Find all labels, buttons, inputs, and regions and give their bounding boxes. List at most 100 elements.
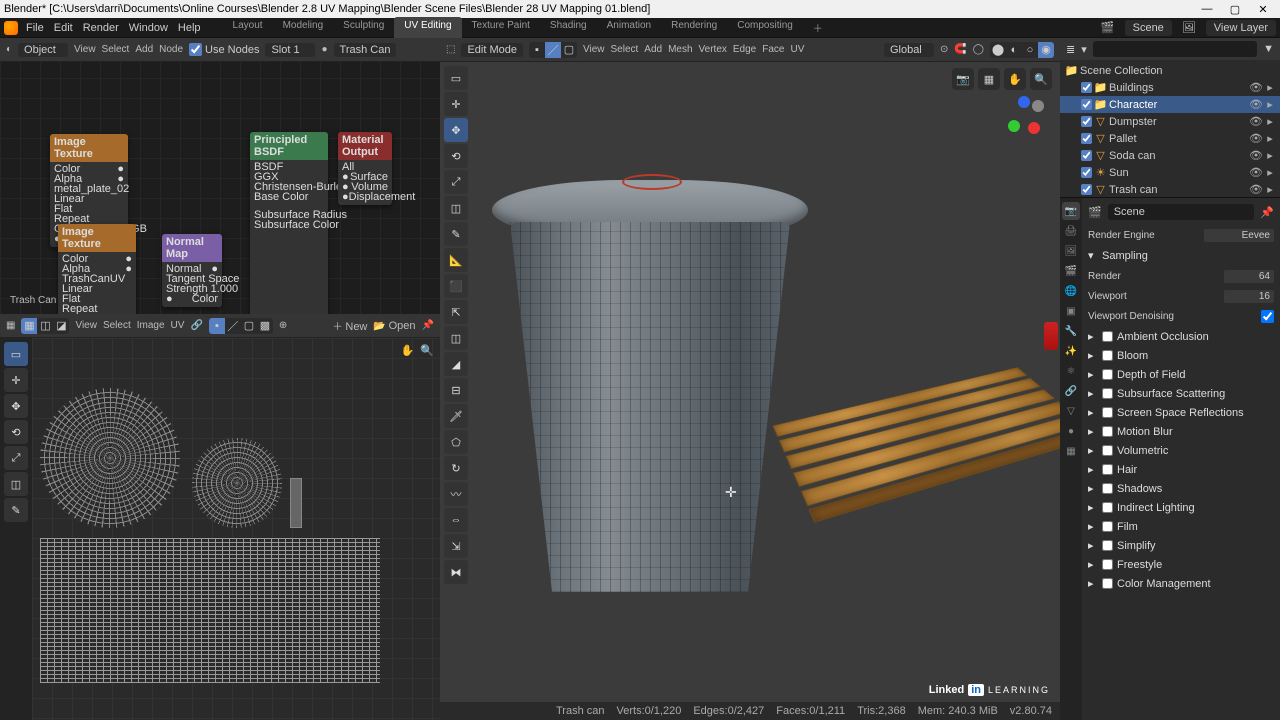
ptab-viewlayer[interactable]: 🖼: [1062, 242, 1080, 260]
tab-layout[interactable]: Layout: [223, 17, 273, 38]
outliner-item-trash-can[interactable]: ▽Trash can👁▸: [1060, 181, 1280, 198]
vp-menu-face[interactable]: Face: [762, 44, 784, 55]
tool-select-box[interactable]: ▭: [4, 342, 28, 366]
tool-rotate[interactable]: ⟲: [4, 420, 28, 444]
zoom-icon[interactable]: 🔍: [420, 344, 434, 357]
tool-edge-slide[interactable]: ⇔: [444, 508, 468, 532]
tool-scale[interactable]: ⤢: [444, 170, 468, 194]
tool-move[interactable]: ✥: [444, 118, 468, 142]
ptab-material[interactable]: ●: [1062, 422, 1080, 440]
uv-island-body[interactable]: [40, 538, 380, 683]
outliner-item-sun[interactable]: ☀Sun👁▸: [1060, 164, 1280, 181]
editor-type-icon[interactable]: ⬚: [446, 44, 455, 55]
tool-cursor[interactable]: ✛: [444, 92, 468, 116]
panel-color-management[interactable]: ▸Color Management: [1088, 574, 1274, 593]
panel-shadows[interactable]: ▸Shadows: [1088, 479, 1274, 498]
tab-animation[interactable]: Animation: [597, 17, 661, 38]
tab-compositing[interactable]: Compositing: [727, 17, 803, 38]
ptab-mesh[interactable]: ▽: [1062, 402, 1080, 420]
menu-help[interactable]: Help: [178, 22, 201, 34]
orientation-dropdown[interactable]: Global: [884, 43, 934, 57]
uv-select-mode[interactable]: ▪／▢▩: [209, 318, 273, 334]
tool-knife[interactable]: 🗡: [444, 404, 468, 428]
ptab-output[interactable]: 🖨: [1062, 222, 1080, 240]
menu-window[interactable]: Window: [129, 22, 168, 34]
viewport-samples-field[interactable]: 16: [1224, 290, 1274, 303]
proportional-edit[interactable]: ◯: [973, 44, 984, 55]
node-menu-add[interactable]: Add: [135, 44, 153, 55]
mesh-select-mode[interactable]: ▪／▢: [529, 42, 577, 58]
tool-inset[interactable]: ◫: [444, 326, 468, 350]
render-engine-dropdown[interactable]: Eevee: [1204, 229, 1274, 242]
tool-rip[interactable]: ⧓: [444, 560, 468, 584]
pin-icon[interactable]: 📌: [1260, 206, 1274, 219]
snap-toggle[interactable]: 🧲: [954, 44, 966, 55]
panel-subsurface-scattering[interactable]: ▸Subsurface Scattering: [1088, 384, 1274, 403]
sync-icon[interactable]: 🔗: [190, 320, 202, 331]
ptab-texture[interactable]: ▦: [1062, 442, 1080, 460]
slot-dropdown[interactable]: Slot 1: [265, 43, 315, 57]
window-maximize-button[interactable]: ▢: [1222, 3, 1248, 16]
vp-menu-select[interactable]: Select: [610, 44, 638, 55]
tool-scale[interactable]: ⤢: [4, 446, 28, 470]
outliner-item-dumpster[interactable]: ▽Dumpster👁▸: [1060, 113, 1280, 130]
material-name-field[interactable]: Trash Can: [334, 43, 397, 57]
outliner-search-input[interactable]: [1093, 41, 1257, 57]
window-close-button[interactable]: ✕: [1250, 3, 1276, 16]
gizmo-camera-icon[interactable]: 📷: [952, 68, 974, 90]
node-menu-view[interactable]: View: [74, 44, 96, 55]
ptab-modifiers[interactable]: 🔧: [1062, 322, 1080, 340]
viewport-denoise-checkbox[interactable]: [1261, 310, 1274, 323]
pivot-dropdown[interactable]: ⊙: [940, 44, 948, 55]
gizmo-pan-icon[interactable]: ✋: [1004, 68, 1026, 90]
uv-mode-segments[interactable]: ▦◫◪: [21, 318, 69, 334]
ptab-world[interactable]: 🌐: [1062, 282, 1080, 300]
editor-type-icon[interactable]: ▦: [6, 320, 15, 331]
outliner-item-soda-can[interactable]: ▽Soda can👁▸: [1060, 147, 1280, 164]
tool-annotate[interactable]: ✎: [4, 498, 28, 522]
pan-icon[interactable]: ✋: [401, 344, 415, 357]
outliner-item-character[interactable]: 📁Character👁▸: [1060, 96, 1280, 113]
panel-volumetric[interactable]: ▸Volumetric: [1088, 441, 1274, 460]
tool-transform[interactable]: ◫: [444, 196, 468, 220]
ptab-physics[interactable]: ⚛: [1062, 362, 1080, 380]
outliner-item-buildings[interactable]: 📁Buildings👁▸: [1060, 79, 1280, 96]
outliner-item-pallet[interactable]: ▽Pallet👁▸: [1060, 130, 1280, 147]
panel-ambient-occlusion[interactable]: ▸Ambient Occlusion: [1088, 327, 1274, 346]
panel-screen-space-reflections[interactable]: ▸Screen Space Reflections: [1088, 403, 1274, 422]
node-principled-bsdf[interactable]: Principled BSDF BSDFGGXChristensen-Burle…: [250, 132, 328, 314]
uv-island-handle[interactable]: [290, 478, 302, 528]
vp-menu-vertex[interactable]: Vertex: [699, 44, 727, 55]
mode-dropdown[interactable]: Edit Mode: [461, 43, 523, 57]
viewport-scene[interactable]: ✛: [440, 62, 1060, 720]
vp-menu-add[interactable]: Add: [644, 44, 662, 55]
tab-texture-paint[interactable]: Texture Paint: [462, 17, 540, 38]
tool-bevel[interactable]: ◢: [444, 352, 468, 376]
pivot-icon[interactable]: ⊕: [279, 320, 287, 331]
shading-mode[interactable]: ⬤◐○◉: [990, 42, 1054, 58]
tool-cursor[interactable]: ✛: [4, 368, 28, 392]
new-image-button[interactable]: ＋ New: [333, 318, 368, 333]
tab-modeling[interactable]: Modeling: [273, 17, 334, 38]
vp-menu-edge[interactable]: Edge: [733, 44, 756, 55]
shader-node-editor[interactable]: ◐ Object View Select Add Node Use Nodes …: [0, 38, 440, 314]
tool-loop-cut[interactable]: ⊟: [444, 378, 468, 402]
vp-menu-view[interactable]: View: [583, 44, 605, 55]
uv-menu-image[interactable]: Image: [137, 320, 165, 331]
tool-select-box[interactable]: ▭: [444, 66, 468, 90]
uv-editor[interactable]: ▦ ▦◫◪ View Select Image UV 🔗 ▪／▢▩ ⊕ ＋ Ne…: [0, 314, 440, 720]
tool-rotate[interactable]: ⟲: [444, 144, 468, 168]
uv-menu-uv[interactable]: UV: [171, 320, 185, 331]
node-menu-select[interactable]: Select: [102, 44, 130, 55]
ptab-object[interactable]: ▣: [1062, 302, 1080, 320]
node-image-texture-2[interactable]: Image Texture Color● Alpha● TrashCanUV L…: [58, 224, 136, 314]
tab-uv-editing[interactable]: UV Editing: [394, 17, 461, 38]
navigation-gizmo[interactable]: [1002, 94, 1046, 138]
panel-depth-of-field[interactable]: ▸Depth of Field: [1088, 365, 1274, 384]
uv-menu-view[interactable]: View: [75, 320, 97, 331]
tab-shading[interactable]: Shading: [540, 17, 597, 38]
tool-annotate[interactable]: ✎: [444, 222, 468, 246]
ptab-constraints[interactable]: 🔗: [1062, 382, 1080, 400]
uv-island-base[interactable]: [192, 438, 282, 528]
menu-render[interactable]: Render: [83, 22, 119, 34]
